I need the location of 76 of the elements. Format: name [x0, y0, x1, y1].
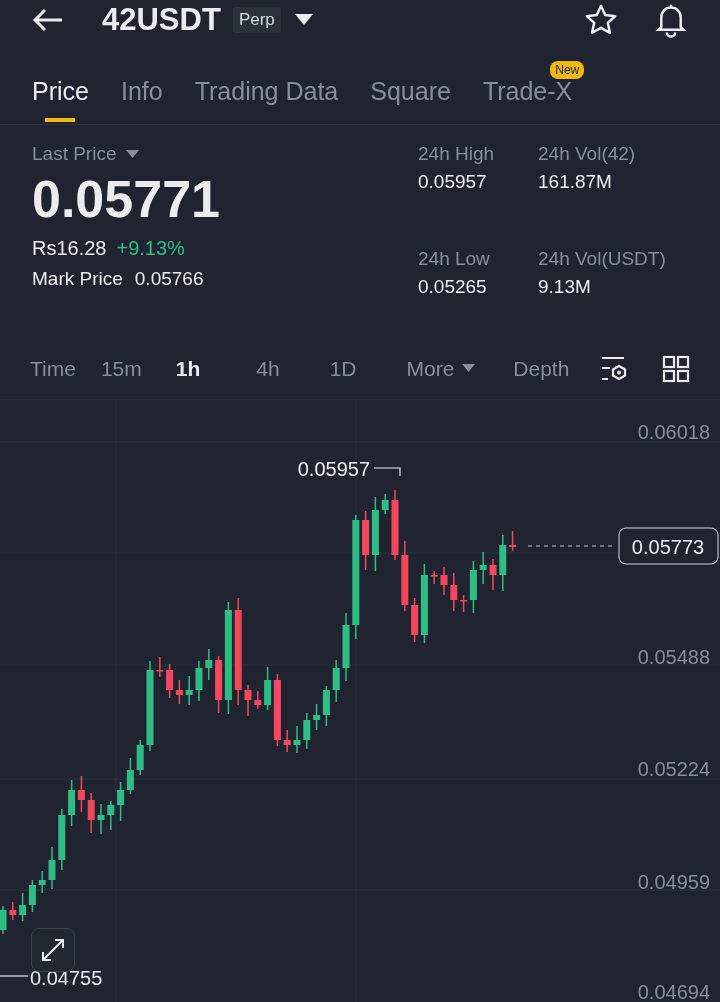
last-price-label: Last Price	[32, 143, 117, 166]
contract-tag: Perp	[232, 6, 281, 33]
stat-label: 24h Vol(42)	[538, 143, 637, 166]
current-price-value: 0.05773	[631, 536, 705, 558]
high-marker-line	[373, 467, 401, 477]
high-price-marker: 0.05957	[297, 458, 370, 480]
stat-value: 9.13M	[538, 275, 592, 298]
interval-tab[interactable]: Depth	[513, 356, 570, 381]
mark-price-value: 0.05766	[134, 268, 204, 291]
star-icon[interactable]	[584, 2, 618, 37]
dropdown-caret-icon	[462, 364, 476, 374]
stat-value: 161.87M	[538, 171, 613, 194]
new-badge: New	[550, 61, 585, 80]
candle	[303, 712, 311, 750]
interval-tab[interactable]: Time	[30, 356, 76, 381]
interval-tab[interactable]: 1D	[329, 356, 357, 381]
tab[interactable]: Info	[120, 73, 163, 125]
candle	[58, 808, 66, 871]
active-tab-indicator	[45, 118, 76, 123]
expand-arrows-icon	[39, 936, 67, 964]
tab[interactable]: Price	[32, 73, 89, 125]
candle	[97, 803, 105, 835]
candle	[479, 551, 487, 585]
candle	[244, 684, 252, 717]
candle	[293, 725, 301, 754]
tab[interactable]: Square	[370, 73, 451, 125]
candle	[391, 489, 399, 561]
candle	[0, 905, 7, 935]
stat-label: 24h High	[418, 143, 496, 166]
interval-tab[interactable]: 1h	[175, 356, 201, 381]
candle	[185, 675, 193, 706]
candle	[48, 846, 56, 890]
price-axis-label: 0.05488	[637, 646, 710, 668]
low-marker-line	[0, 975, 29, 977]
candle	[381, 493, 389, 515]
mark-price-label: Mark Price	[32, 268, 123, 291]
interval-tab[interactable]: More	[406, 356, 476, 381]
candle	[254, 690, 262, 710]
candle	[450, 572, 458, 612]
candle	[205, 648, 213, 681]
candle	[332, 659, 340, 703]
price-axis-label: 0.06018	[637, 421, 710, 443]
price-axis-label: 0.05224	[637, 758, 710, 780]
interval-tab[interactable]: 15m	[100, 356, 142, 381]
back-arrow-icon[interactable]	[32, 7, 64, 32]
tab[interactable]: Trading Data	[194, 73, 339, 125]
candle	[136, 739, 144, 776]
stat-value: 0.05957	[418, 171, 488, 194]
stat-label: 24h Vol(USDT)	[538, 247, 667, 270]
candle	[156, 656, 164, 678]
candle	[499, 534, 507, 592]
candle	[342, 612, 350, 682]
candle	[283, 729, 291, 753]
candle	[430, 570, 438, 585]
last-price-value: 0.05771	[32, 169, 221, 230]
candle	[9, 901, 17, 921]
stat-value: 0.05265	[418, 275, 488, 298]
candle	[87, 792, 95, 834]
symbol-title: 42USDT	[102, 1, 221, 38]
candle	[195, 660, 203, 702]
price-axis-label: 0.04694	[637, 981, 710, 1002]
dropdown-caret-icon[interactable]	[294, 13, 313, 26]
interval-tab[interactable]: 4h	[256, 356, 280, 381]
price-axis-label: 0.04959	[637, 871, 710, 893]
candle	[489, 558, 497, 591]
stat-label: 24h Low	[418, 247, 491, 270]
price-change: +9.13%	[116, 237, 185, 261]
candle	[401, 540, 409, 612]
low-price-marker: 0.04755	[30, 967, 103, 989]
fullscreen-button[interactable]	[31, 928, 75, 972]
candle	[107, 800, 115, 831]
fiat-price: Rs16.28	[32, 237, 107, 261]
candle	[509, 530, 517, 552]
grid-layout-icon[interactable]	[662, 354, 690, 383]
candle	[440, 566, 448, 596]
candle	[38, 870, 46, 894]
